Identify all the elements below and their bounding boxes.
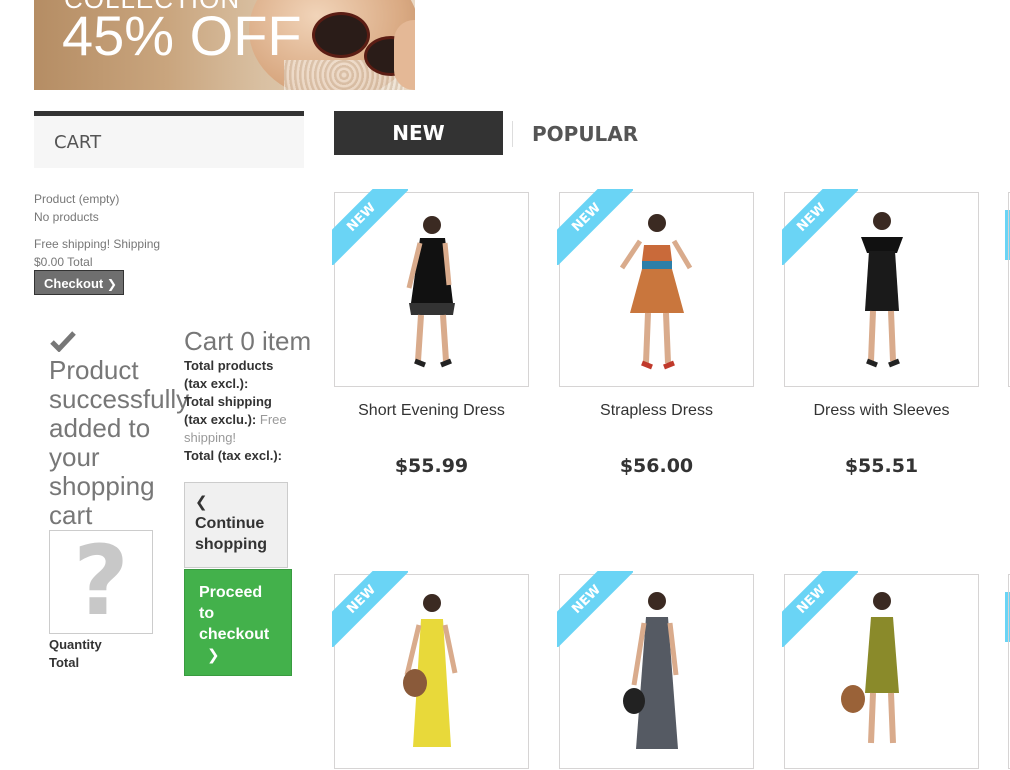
cart-title: CART <box>54 132 102 153</box>
total-shipping-label: Total shipping (tax exclu.): <box>184 394 272 427</box>
banner-discount: 45% OFF <box>62 4 302 67</box>
quantity-label: Quantity <box>49 637 102 652</box>
product-price: $55.51 <box>844 455 919 477</box>
product-name[interactable]: Strapless Dress <box>559 402 754 420</box>
product-name[interactable]: Short Evening Dress <box>334 402 529 420</box>
tab-divider <box>512 121 513 147</box>
tab-popular[interactable]: POPULAR <box>532 111 638 155</box>
product-placeholder-image: ? <box>49 525 153 637</box>
product-name[interactable]: Dress with Sleeves <box>784 402 979 420</box>
success-message: Product successfully added to your shopp… <box>49 355 190 530</box>
product-card[interactable]: NEW <box>782 571 979 769</box>
proceed-to-checkout-button[interactable]: Proceed to checkout ❯ <box>184 569 292 676</box>
new-badge: NEW <box>782 571 858 647</box>
cart-totals: Total products (tax excl.): Total shippi… <box>184 357 294 465</box>
proceed-checkout-label: Proceed to checkout <box>199 584 270 643</box>
continue-shopping-button[interactable]: ❮ Continue shopping <box>184 482 288 568</box>
continue-shopping-label: Continue shopping <box>195 515 267 553</box>
product-card[interactable]: NEW <box>332 189 529 387</box>
question-mark-icon: ? <box>73 525 129 637</box>
product-card[interactable]: NEW <box>782 189 979 387</box>
total-tax-label: Total (tax excl.): <box>184 448 283 463</box>
banner-hand <box>394 20 415 90</box>
chevron-right-icon: ❯ <box>207 647 220 664</box>
checkout-button[interactable]: Checkout ❯ <box>34 270 124 295</box>
total-label: Total <box>49 655 80 670</box>
product-price: $55.99 <box>394 455 469 477</box>
sunglasses-lens-left <box>312 12 370 58</box>
new-badge: NEW <box>782 189 858 265</box>
promo-banner[interactable]: COLLECTION 45% OFF <box>34 0 415 90</box>
cart-count-heading: Cart 0 item <box>184 326 312 356</box>
new-badge: NEW <box>332 189 408 265</box>
product-price: $56.00 <box>619 455 694 477</box>
cart-shipping-line2: $0.00 Total <box>34 255 93 269</box>
cart-no-products: No products <box>34 210 99 224</box>
checkout-label: Checkout <box>44 276 104 291</box>
product-card[interactable]: NEW <box>332 571 529 769</box>
cart-product-empty: Product (empty) <box>34 192 120 206</box>
new-badge: NEW <box>557 189 633 265</box>
cart-empty-text: Product (empty) No products <box>34 190 119 226</box>
total-products-label: Total products (tax excl.): <box>184 358 274 391</box>
cart-shipping-text: Free shipping! Shipping $0.00 Total <box>34 235 160 271</box>
check-icon <box>50 331 76 352</box>
cart-shipping-line1: Free shipping! Shipping <box>34 237 161 251</box>
cart-block-header[interactable]: CART <box>34 111 304 168</box>
new-badge: NEW <box>332 571 408 647</box>
chevron-right-icon: ❯ <box>106 277 117 291</box>
chevron-left-icon: ❮ <box>195 494 208 511</box>
product-card[interactable]: NEW <box>557 571 754 769</box>
tab-new-arrivals[interactable]: NEW ARRIVALS <box>334 111 503 189</box>
new-badge: NEW <box>557 571 633 647</box>
product-card[interactable]: NEW <box>557 189 754 387</box>
